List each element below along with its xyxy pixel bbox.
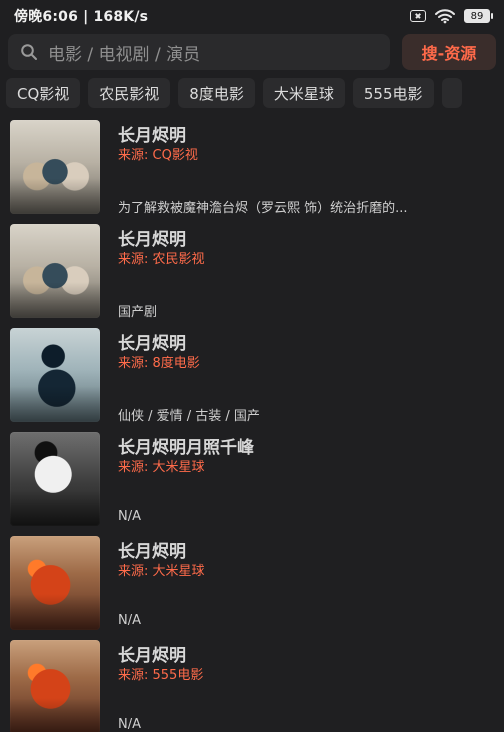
- result-source: 来源: 8度电影: [118, 356, 200, 371]
- search-resources-button[interactable]: 搜-资源: [402, 34, 496, 70]
- result-item[interactable]: 长月烬明 来源: 农民影视 国产剧: [0, 222, 504, 326]
- result-title: 长月烬明: [118, 230, 186, 250]
- search-row: 电影 / 电视剧 / 演员 搜-资源: [8, 34, 496, 70]
- poster-image: [10, 328, 100, 422]
- source-chip[interactable]: CQ影视: [6, 78, 81, 108]
- source-chip[interactable]: 555电影: [352, 78, 434, 108]
- result-item[interactable]: 长月烬明 来源: CQ影视 为了解救被魔神澹台烬（罗云熙 饰）统治折磨的...: [0, 118, 504, 222]
- result-description: N/A: [118, 509, 141, 524]
- result-source: 来源: 大米星球: [118, 460, 205, 475]
- notification-x-icon: [410, 10, 426, 22]
- result-title: 长月烬明: [118, 542, 186, 562]
- poster-image: [10, 640, 100, 732]
- result-item[interactable]: 长月烬明月照千峰 来源: 大米星球 N/A: [0, 430, 504, 534]
- result-description: 国产剧: [118, 305, 158, 320]
- battery-icon: 89: [464, 9, 493, 23]
- result-description: 仙侠 / 爱情 / 古装 / 国产: [118, 409, 260, 424]
- search-icon: [21, 44, 37, 60]
- result-title: 长月烬明: [118, 646, 186, 666]
- source-filter-chips: CQ影视 农民影视 8度电影 大米星球 555电影: [6, 78, 504, 110]
- poster-image: [10, 432, 100, 526]
- result-source: 来源: CQ影视: [118, 148, 198, 163]
- wifi-icon: [435, 9, 455, 24]
- result-description: 为了解救被魔神澹台烬（罗云熙 饰）统治折磨的...: [118, 201, 408, 216]
- status-icons: 89: [410, 8, 493, 24]
- source-chip-overflow[interactable]: [441, 78, 462, 108]
- result-description: N/A: [118, 717, 141, 732]
- search-placeholder: 电影 / 电视剧 / 演员: [48, 44, 201, 65]
- status-time-speed: 傍晚6:06 | 168K/s: [14, 9, 149, 25]
- result-source: 来源: 555电影: [118, 668, 204, 683]
- result-title: 长月烬明月照千峰: [118, 438, 254, 458]
- result-source: 来源: 大米星球: [118, 564, 205, 579]
- result-item[interactable]: 长月烬明 来源: 555电影 N/A: [0, 638, 504, 732]
- result-title: 长月烬明: [118, 126, 186, 146]
- poster-image: [10, 120, 100, 214]
- poster-image: [10, 224, 100, 318]
- result-title: 长月烬明: [118, 334, 186, 354]
- poster-image: [10, 536, 100, 630]
- result-item[interactable]: 长月烬明 来源: 大米星球 N/A: [0, 534, 504, 638]
- result-description: N/A: [118, 613, 141, 628]
- result-item[interactable]: 长月烬明 来源: 8度电影 仙侠 / 爱情 / 古装 / 国产: [0, 326, 504, 430]
- status-bar: 傍晚6:06 | 168K/s 89: [0, 0, 504, 32]
- search-input[interactable]: 电影 / 电视剧 / 演员: [8, 34, 390, 70]
- source-chip[interactable]: 农民影视: [88, 78, 171, 108]
- result-source: 来源: 农民影视: [118, 252, 205, 267]
- source-chip[interactable]: 大米星球: [262, 78, 345, 108]
- source-chip[interactable]: 8度电影: [178, 78, 255, 108]
- search-results-list: 长月烬明 来源: CQ影视 为了解救被魔神澹台烬（罗云熙 饰）统治折磨的... …: [0, 118, 504, 732]
